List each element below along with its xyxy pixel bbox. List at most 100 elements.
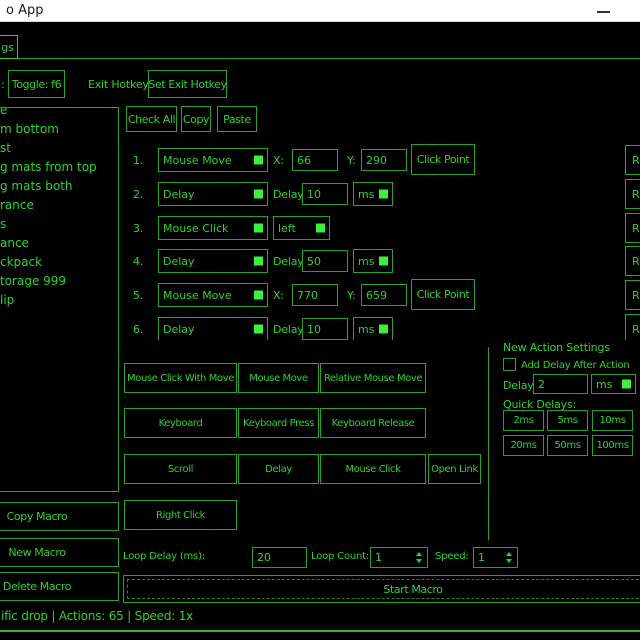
dropdown-indicator-icon [254, 224, 263, 233]
minimize-button[interactable] [586, 0, 626, 22]
dropdown-value: ms [358, 188, 374, 201]
new-macro-button[interactable]: New Macro [0, 538, 119, 567]
mouse-button-dropdown[interactable]: left [273, 216, 330, 240]
action-number: 4. [133, 255, 143, 268]
action-row: 6. Delay Delay 10 ms R [123, 317, 640, 340]
action-row: 4. Delay Delay 50 ms R [123, 249, 640, 273]
dropdown-value: ms [358, 255, 374, 268]
copy-button[interactable]: Copy [181, 106, 211, 132]
spinner-up-icon[interactable] [506, 552, 512, 556]
palette-keyboard-press-button[interactable]: Keyboard Press [238, 408, 319, 438]
spinner-value: 1 [375, 551, 382, 564]
quick-delay-2ms-button[interactable]: 2ms [503, 410, 544, 431]
y-input[interactable]: 659 [361, 284, 407, 306]
unit-dropdown[interactable]: ms [353, 317, 393, 340]
list-item[interactable]: torage 999 [0, 272, 118, 291]
delay-input[interactable]: 10 [302, 183, 348, 205]
action-type-dropdown[interactable]: Delay [158, 249, 268, 273]
list-item[interactable]: g mats both [0, 177, 118, 196]
list-item[interactable]: g mats from top [0, 158, 118, 177]
unit-dropdown[interactable]: ms [591, 374, 636, 394]
dropdown-indicator-icon [379, 257, 388, 266]
palette-relative-mouse-move-button[interactable]: Relative Mouse Move [320, 363, 426, 393]
list-item[interactable]: ance [0, 234, 118, 253]
macro-list[interactable]: e m bottom st g mats from top g mats bot… [0, 107, 119, 492]
list-item[interactable]: st [0, 139, 118, 158]
dropdown-indicator-icon [379, 325, 388, 334]
tab-settings[interactable]: gs [0, 35, 18, 59]
action-number: 2. [133, 188, 143, 201]
list-item[interactable]: s [0, 215, 118, 234]
palette-right-click-button[interactable]: Right Click [124, 500, 237, 530]
action-type-dropdown[interactable]: Mouse Move [158, 283, 268, 307]
loop-delay-label: Loop Delay (ms): [123, 551, 205, 562]
x-input[interactable]: 66 [292, 149, 338, 171]
start-macro-button[interactable]: Start Macro [123, 575, 640, 603]
spinner-down-icon[interactable] [416, 559, 422, 563]
spinner-down-icon[interactable] [506, 559, 512, 563]
palette-mouse-move-button[interactable]: Mouse Move [238, 363, 319, 393]
set-exit-hotkey-button[interactable]: Set Exit Hotkey [148, 70, 227, 98]
y-input[interactable]: 290 [361, 149, 407, 171]
quick-delay-100ms-button[interactable]: 100ms [592, 435, 633, 456]
status-bar-line [0, 630, 640, 632]
y-label: Y: [347, 154, 356, 167]
x-input[interactable]: 770 [292, 284, 338, 306]
action-type-dropdown[interactable]: Mouse Move [158, 148, 268, 172]
spinner-up-icon[interactable] [416, 552, 422, 556]
remove-button[interactable]: R [625, 314, 640, 340]
list-item[interactable]: e [0, 107, 118, 120]
dropdown-indicator-icon [316, 224, 325, 233]
palette-mouse-click-button[interactable]: Mouse Click [320, 454, 426, 484]
dropdown-indicator-icon [254, 291, 263, 300]
action-type-dropdown[interactable]: Mouse Click [158, 216, 268, 240]
quick-delay-5ms-button[interactable]: 5ms [547, 410, 588, 431]
paste-button[interactable]: Paste [217, 106, 257, 132]
action-type-dropdown[interactable]: Delay [158, 317, 268, 340]
palette-mouse-click-with-move-button[interactable]: Mouse Click With Move [124, 363, 237, 393]
quick-delay-10ms-button[interactable]: 10ms [592, 410, 633, 431]
quick-delay-50ms-button[interactable]: 50ms [547, 435, 588, 456]
dropdown-indicator-icon [622, 380, 631, 389]
action-number: 1. [133, 154, 143, 167]
list-item[interactable]: rance [0, 196, 118, 215]
quick-delay-20ms-button[interactable]: 20ms [503, 435, 544, 456]
palette-keyboard-button[interactable]: Keyboard [124, 408, 237, 438]
check-all-button[interactable]: Check All [126, 106, 177, 132]
dropdown-indicator-icon [379, 190, 388, 199]
list-item[interactable]: ckpack [0, 253, 118, 272]
action-rows-viewport: 1. Mouse Move X: 66 Y: 290 Click Point R… [123, 140, 640, 340]
speed-spinner[interactable]: 1 [473, 547, 518, 568]
copy-macro-button[interactable]: Copy Macro [0, 502, 119, 531]
unit-dropdown[interactable]: ms [353, 182, 393, 206]
loop-delay-input[interactable]: 20 [252, 547, 307, 568]
loop-count-spinner[interactable]: 1 [370, 547, 428, 568]
delay-input[interactable]: 2 [533, 374, 588, 394]
toggle-hotkey-button[interactable]: Toggle: f6 [8, 70, 65, 98]
dropdown-value: left [278, 222, 296, 235]
list-item[interactable]: m bottom [0, 120, 118, 139]
remove-button[interactable]: R [625, 179, 640, 209]
click-point-button[interactable]: Click Point [411, 144, 475, 175]
palette-open-link-button[interactable]: Open Link [428, 454, 481, 484]
dropdown-value: ms [358, 323, 374, 336]
app-window: o App gs : Toggle: f6 Exit Hotkey: Set E… [0, 0, 640, 640]
unit-dropdown[interactable]: ms [353, 249, 393, 273]
delay-label: Delay [273, 323, 304, 336]
palette-scroll-button[interactable]: Scroll [124, 454, 237, 484]
remove-button[interactable]: R [625, 280, 640, 310]
add-delay-checkbox[interactable] [503, 358, 516, 371]
click-point-button[interactable]: Click Point [411, 279, 475, 310]
delay-input[interactable]: 50 [302, 250, 348, 272]
list-item[interactable]: lip [0, 291, 118, 310]
y-label: Y: [347, 289, 356, 302]
remove-button[interactable]: R [625, 246, 640, 276]
palette-delay-button[interactable]: Delay [238, 454, 319, 484]
palette-keyboard-release-button[interactable]: Keyboard Release [320, 408, 426, 438]
delay-label: Delay [273, 255, 304, 268]
remove-button[interactable]: R [625, 213, 640, 243]
delay-input[interactable]: 10 [302, 318, 348, 340]
remove-button[interactable]: R [625, 145, 640, 175]
delete-macro-button[interactable]: Delete Macro [0, 572, 119, 601]
action-type-dropdown[interactable]: Delay [158, 182, 268, 206]
